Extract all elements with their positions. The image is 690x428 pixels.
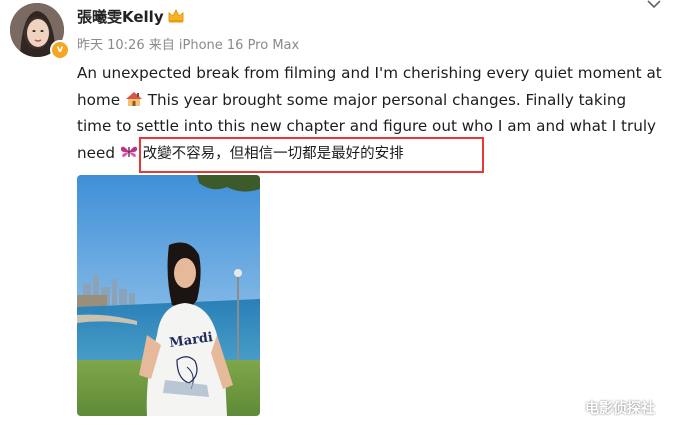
- post-meta: 昨天 10:26 来自 iPhone 16 Pro Max: [77, 34, 299, 53]
- post-text-fragment: need: [77, 143, 115, 162]
- house-emoji-icon: [125, 91, 142, 106]
- post-text-line: home This year brought some major person…: [77, 87, 677, 114]
- crown-member-icon[interactable]: [167, 8, 185, 24]
- post-text-fragment: This year brought some major personal ch…: [147, 90, 627, 109]
- highlight-annotation-box: [139, 137, 484, 173]
- watermark: 电影侦探社: [585, 401, 655, 417]
- verified-badge-icon: v: [50, 40, 70, 60]
- username[interactable]: 張曦雯Kelly: [77, 6, 164, 27]
- post-timestamp: 昨天 10:26: [77, 38, 145, 53]
- post-photo[interactable]: Mardi: [77, 175, 260, 416]
- post-text-line: An unexpected break from filming and I'm…: [77, 64, 662, 82]
- chevron-down-icon[interactable]: [646, 0, 662, 10]
- post-source: 来自 iPhone 16 Pro Max: [148, 38, 300, 53]
- butterfly-emoji-icon: [120, 146, 137, 157]
- post-text-line: time to settle into this new chapter and…: [77, 117, 657, 135]
- post-text-fragment: home: [77, 90, 121, 109]
